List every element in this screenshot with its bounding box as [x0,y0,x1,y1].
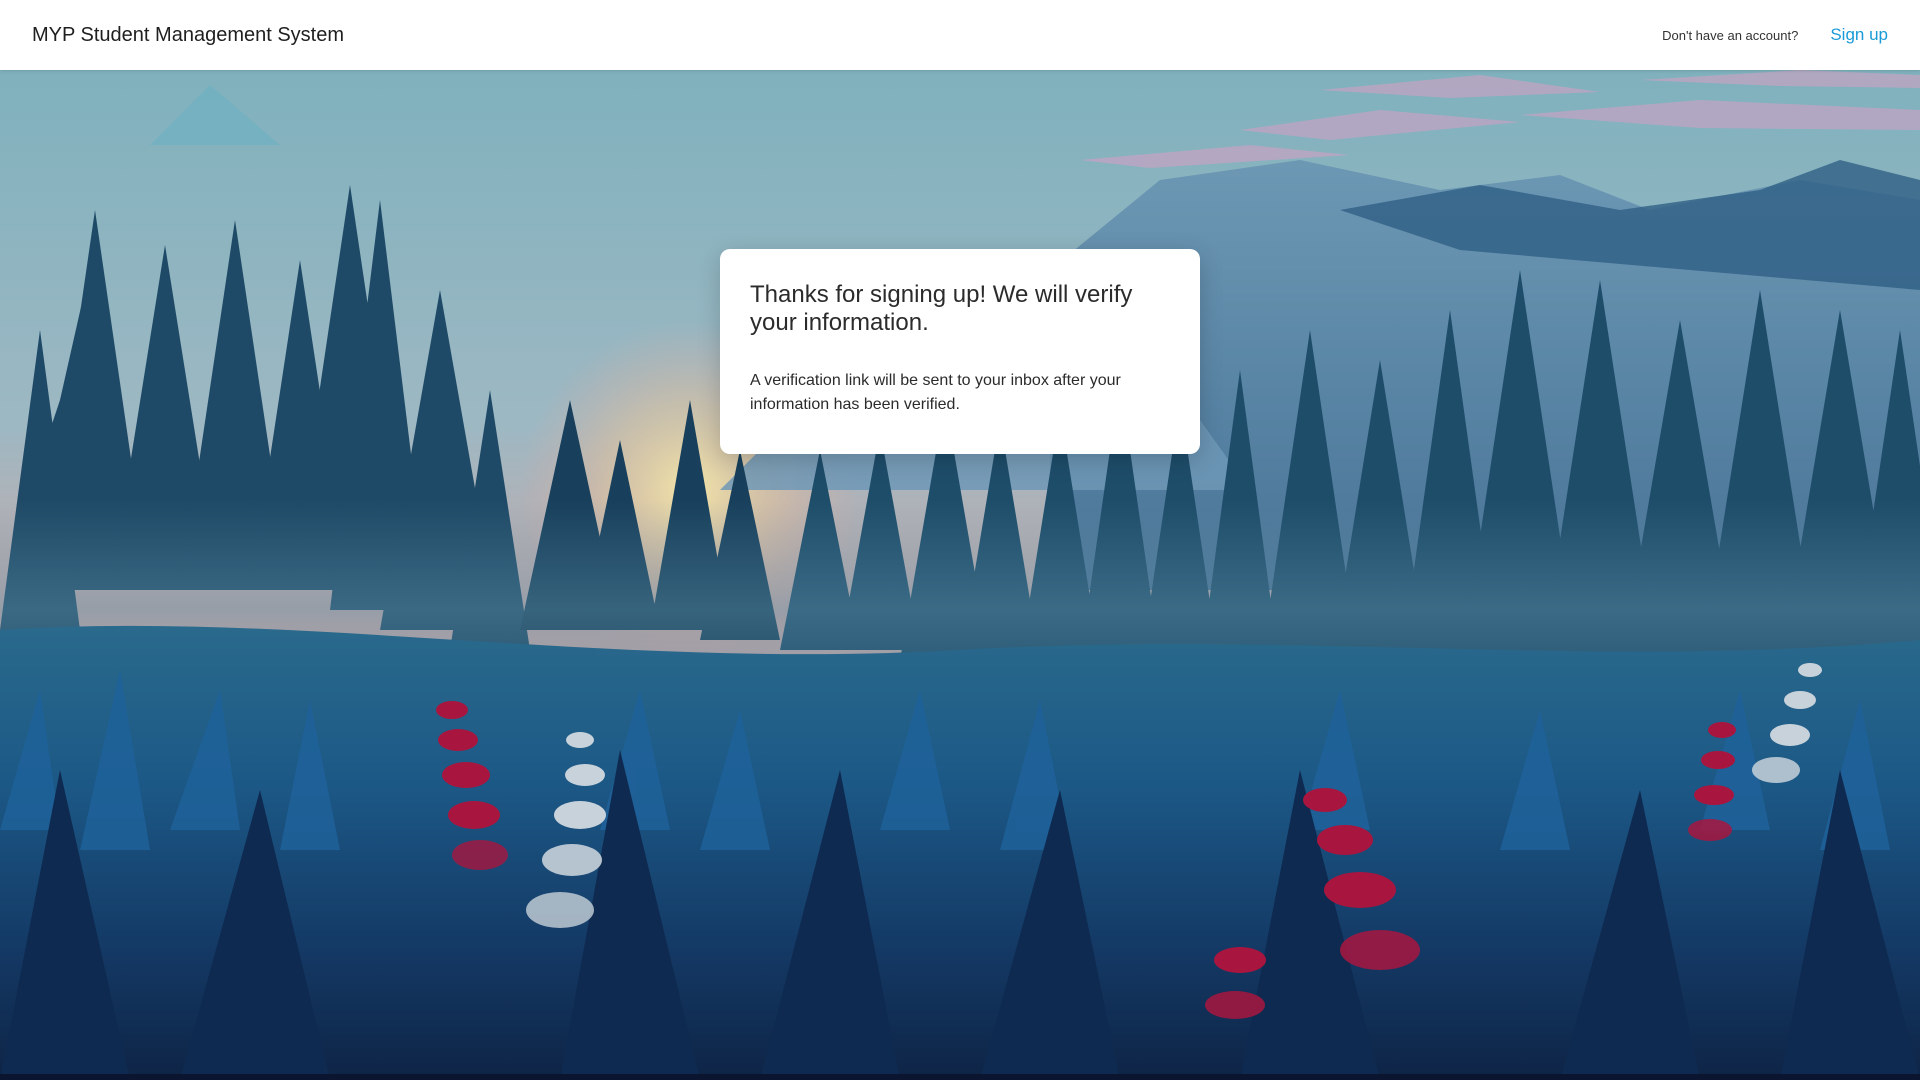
background-illustration [0,70,1920,1080]
confirmation-message: A verification link will be sent to your… [750,372,1121,413]
account-question-text: Don't have an account? [1662,27,1799,43]
signup-confirmation-card: Thanks for signing up! We will verify yo… [720,249,1200,454]
app-title: MYP Student Management System [32,23,345,46]
confirmation-title: Thanks for signing up! We will verify yo… [750,281,1133,336]
page: MYP Student Management System Don't have… [0,0,1920,1080]
top-navbar: MYP Student Management System Don't have… [0,0,1920,70]
bottom-edge [0,1074,1920,1080]
signup-link[interactable]: Sign up [1830,25,1888,45]
